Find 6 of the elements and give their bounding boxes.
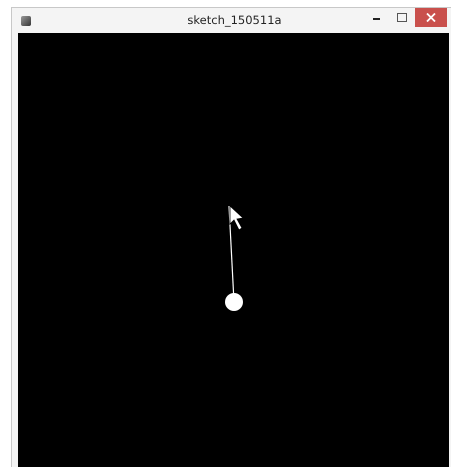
close-icon xyxy=(426,13,436,22)
pendulum-bob xyxy=(225,293,243,311)
window-title: sketch_150511a xyxy=(186,13,283,27)
close-button[interactable] xyxy=(415,8,447,27)
app-icon xyxy=(21,16,31,26)
cursor-icon xyxy=(230,205,244,231)
